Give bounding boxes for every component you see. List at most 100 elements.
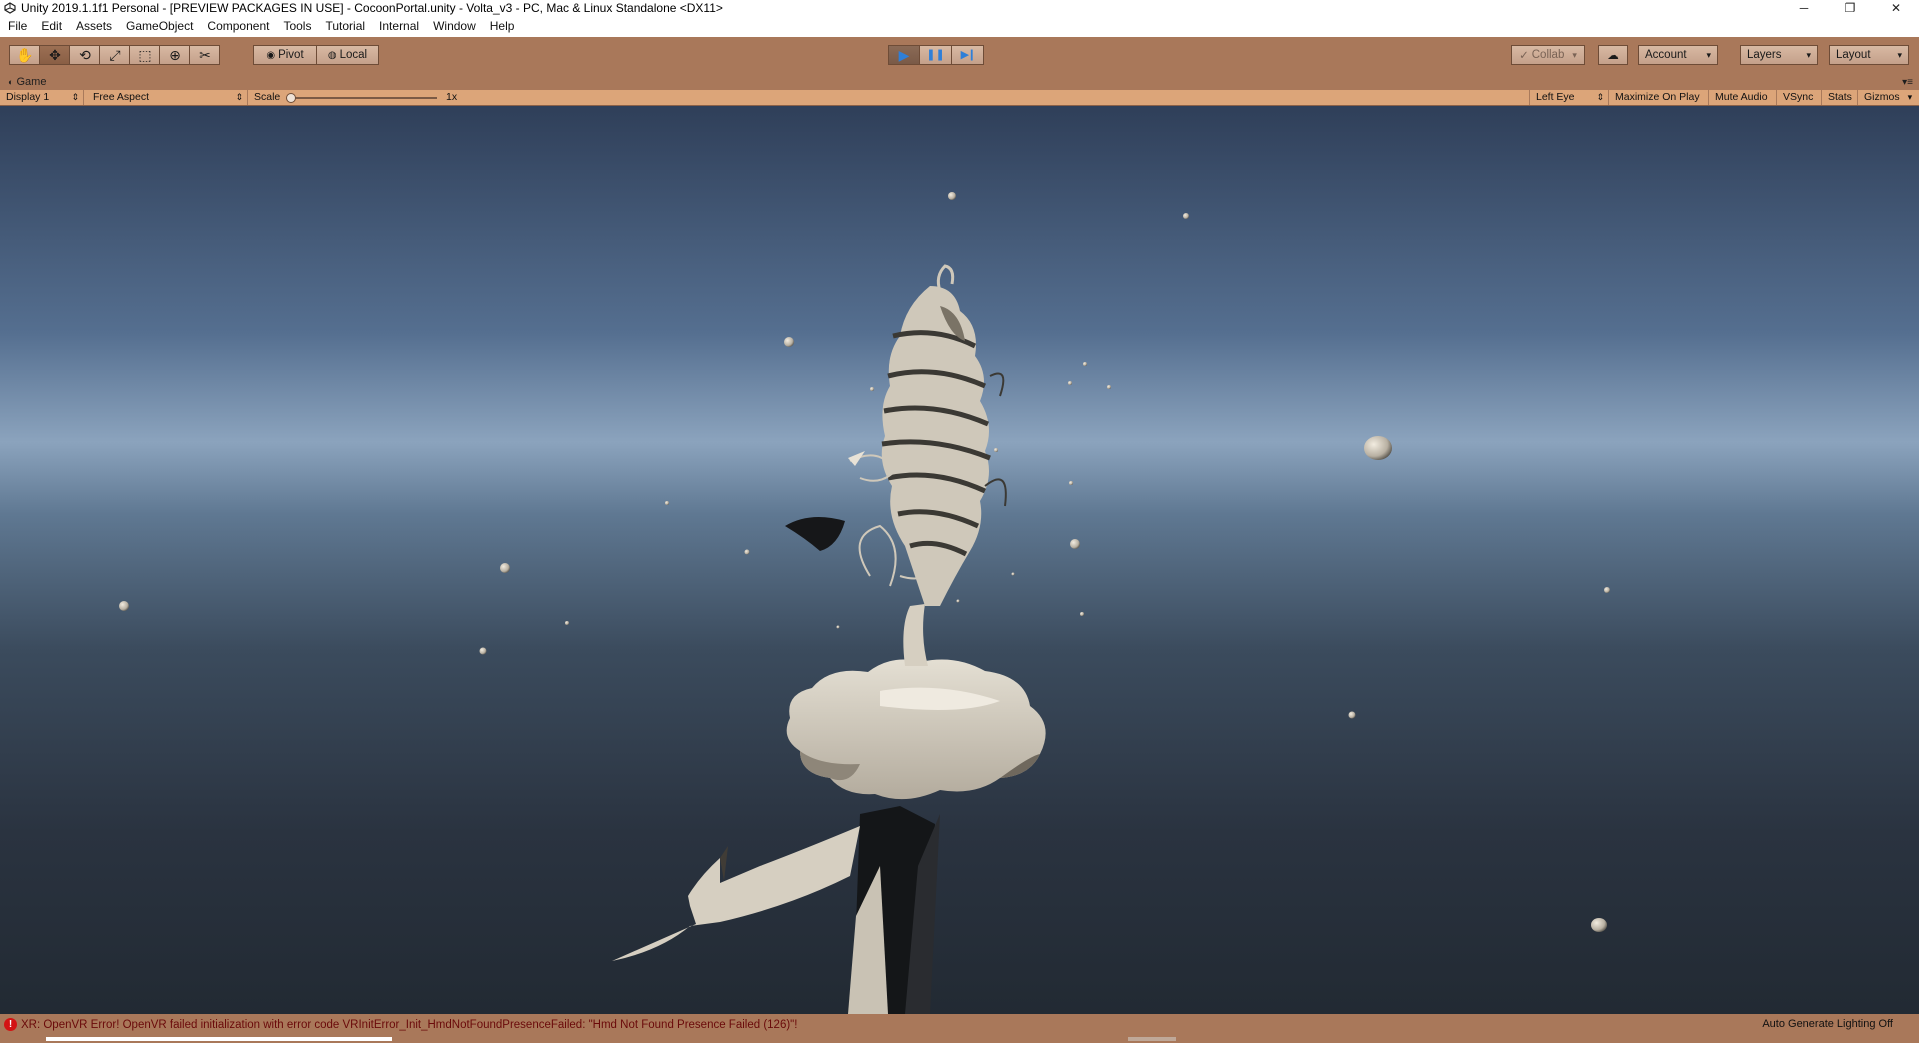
error-icon: ! <box>4 1018 17 1031</box>
window-title: Unity 2019.1.1f1 Personal - [PREVIEW PAC… <box>21 1 723 15</box>
menu-window[interactable]: Window <box>426 16 483 37</box>
stats-label: Stats <box>1828 91 1852 103</box>
layers-label: Layers <box>1747 49 1782 61</box>
menu-edit[interactable]: Edit <box>34 16 69 37</box>
menu-gameobject[interactable]: GameObject <box>119 16 200 37</box>
lighting-status: Auto Generate Lighting Off <box>1762 1018 1893 1030</box>
checkmark-icon: ✓ <box>1519 50 1529 62</box>
scale-icon: ⤢ <box>109 47 121 63</box>
play-icon: ▶ <box>898 47 910 63</box>
minimize-button[interactable]: ─ <box>1781 0 1827 16</box>
hand-tool-button[interactable]: ✋ <box>9 45 41 65</box>
game-viewport[interactable] <box>0 106 1919 1014</box>
mute-label: Mute Audio <box>1715 91 1768 103</box>
step-icon: ▶❙ <box>960 48 977 61</box>
menu-component[interactable]: Component <box>200 16 276 37</box>
gizmos-dropdown[interactable]: Gizmos <box>1858 90 1919 105</box>
unity-logo-icon <box>3 1 17 15</box>
rotate-tool-button[interactable]: ⟲ <box>70 45 101 65</box>
step-button[interactable]: ▶❙ <box>952 45 984 65</box>
cloud-group: ☁ <box>1598 45 1628 65</box>
rect-tool-button[interactable]: ⬚ <box>130 45 161 65</box>
eye-select[interactable]: Left Eye <box>1529 90 1609 105</box>
pivot-icon: ◉ <box>266 49 276 61</box>
menu-file[interactable]: File <box>0 16 34 37</box>
display-select[interactable]: Display 1 <box>0 90 84 105</box>
unity-editor: Unity 2019.1.1f1 Personal - [PREVIEW PAC… <box>0 0 1919 1043</box>
cloud-button[interactable]: ☁ <box>1598 45 1628 65</box>
custom-tool-button[interactable]: ✂ <box>190 45 221 65</box>
taskbar-strip <box>0 1035 1919 1043</box>
console-error-message[interactable]: XR: OpenVR Error! OpenVR failed initiali… <box>21 1019 797 1031</box>
pivot-group: ◉ Pivot ◍ Local <box>253 45 379 65</box>
title-bar: Unity 2019.1.1f1 Personal - [PREVIEW PAC… <box>0 0 1919 16</box>
stats-toggle[interactable]: Stats <box>1822 90 1858 105</box>
scene-render <box>119 192 1610 1014</box>
transform-tool-button[interactable]: ⊕ <box>160 45 191 65</box>
menu-assets[interactable]: Assets <box>69 16 119 37</box>
vsync-toggle[interactable]: VSync <box>1777 90 1822 105</box>
play-controls: ▶ ❚❚ ▶❙ <box>888 45 984 65</box>
minimize-icon: ─ <box>1799 1 1809 15</box>
hand-icon: ✋ <box>16 47 34 63</box>
scale-slider-track[interactable] <box>290 97 437 99</box>
collab-button[interactable]: ✓ Collab <box>1511 45 1585 65</box>
transform-tools: ✋ ✥ ⟲ ⤢ ⬚ ⊕ ✂ <box>9 45 221 65</box>
aspect-select[interactable]: Free Aspect <box>87 90 248 105</box>
layers-dropdown[interactable]: Layers <box>1740 45 1818 65</box>
display-label: Display 1 <box>6 91 50 103</box>
local-icon: ◍ <box>327 49 337 61</box>
scroll-indicator <box>1128 1037 1176 1041</box>
game-view-toolbar: Display 1 Free Aspect Scale 1x Left Eye … <box>0 90 1919 106</box>
layout-dropdown[interactable]: Layout <box>1829 45 1909 65</box>
move-tool-button[interactable]: ✥ <box>40 45 71 65</box>
transform-icon: ⊕ <box>169 47 181 63</box>
scale-slider-handle[interactable] <box>286 93 296 103</box>
tab-game[interactable]: ◐ Game <box>8 75 46 90</box>
layout-label: Layout <box>1836 49 1871 61</box>
menu-internal[interactable]: Internal <box>372 16 426 37</box>
game-tab-icon: ◐ <box>8 77 14 87</box>
account-dropdown[interactable]: Account <box>1638 45 1718 65</box>
mute-audio-toggle[interactable]: Mute Audio <box>1709 90 1777 105</box>
tab-menu-icon[interactable]: ▾≡ <box>1902 75 1913 90</box>
local-button[interactable]: ◍ Local <box>317 45 379 65</box>
menu-tutorial[interactable]: Tutorial <box>318 16 372 37</box>
move-icon: ✥ <box>49 47 61 63</box>
restore-icon: ❐ <box>1844 1 1856 15</box>
main-toolbar: ✋ ✥ ⟲ ⤢ ⬚ ⊕ ✂ ◉ Pivot ◍ Local ▶ ❚❚ ▶❙ ✓ … <box>0 37 1919 75</box>
pivot-button[interactable]: ◉ Pivot <box>253 45 317 65</box>
game-tab-label: Game <box>16 76 47 88</box>
scale-label: Scale <box>254 91 281 103</box>
custom-tool-icon: ✂ <box>199 47 211 63</box>
cocoon-sculpture <box>612 264 1046 1014</box>
menu-help[interactable]: Help <box>483 16 522 37</box>
menu-tools[interactable]: Tools <box>276 16 318 37</box>
gizmos-label: Gizmos <box>1864 91 1900 103</box>
play-button[interactable]: ▶ <box>888 45 920 65</box>
pivot-label: Pivot <box>278 49 304 61</box>
aspect-label: Free Aspect <box>93 91 150 103</box>
close-icon: ✕ <box>1890 1 1902 15</box>
collab-label: Collab <box>1531 49 1565 61</box>
rect-icon: ⬚ <box>138 47 152 63</box>
layers-group: Layers <box>1740 45 1818 65</box>
local-label: Local <box>339 49 368 61</box>
status-bar: ! XR: OpenVR Error! OpenVR failed initia… <box>0 1014 1919 1035</box>
eye-label: Left Eye <box>1536 91 1575 103</box>
menu-bar: File Edit Assets GameObject Component To… <box>0 16 1919 37</box>
game-tab-strip: ◐ Game ▾≡ <box>0 75 1919 90</box>
account-group: Account <box>1638 45 1718 65</box>
close-button[interactable]: ✕ <box>1873 0 1919 16</box>
maximize-on-play-toggle[interactable]: Maximize On Play <box>1609 90 1709 105</box>
pause-icon: ❚❚ <box>926 48 945 61</box>
vsync-label: VSync <box>1783 91 1814 103</box>
scale-tool-button[interactable]: ⤢ <box>100 45 131 65</box>
cloud-icon: ☁ <box>1607 50 1619 62</box>
pause-button[interactable]: ❚❚ <box>920 45 952 65</box>
scale-value: 1x <box>440 90 463 105</box>
maximize-label: Maximize On Play <box>1615 91 1700 103</box>
scale-value-label: 1x <box>446 91 458 103</box>
restore-button[interactable]: ❐ <box>1827 0 1873 16</box>
account-label: Account <box>1645 49 1687 61</box>
